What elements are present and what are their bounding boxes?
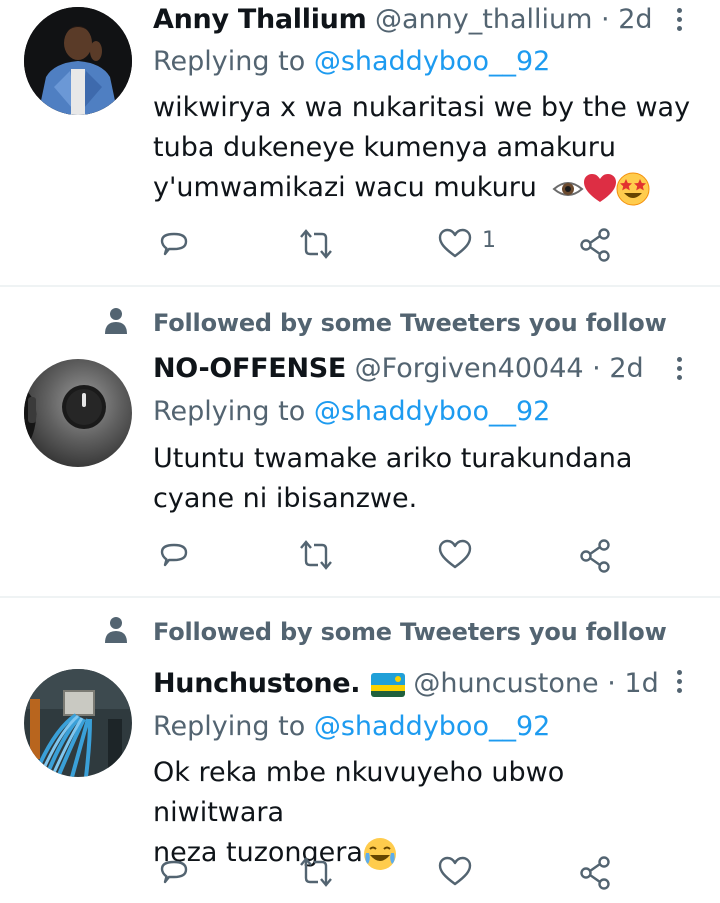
tweet-text: Utuntu twamake ariko turakundana cyane n… bbox=[153, 439, 703, 519]
reply-icon bbox=[160, 232, 188, 256]
share-button[interactable] bbox=[579, 535, 613, 575]
tweet-actions bbox=[0, 535, 720, 575]
separator: · bbox=[607, 668, 616, 699]
display-name[interactable]: Hunchustone. bbox=[153, 668, 361, 699]
like-button[interactable] bbox=[438, 535, 472, 575]
rwanda-flag-emoji bbox=[370, 672, 405, 697]
tweet-text-line: Ok reka mbe nkuvuyeho ubwo niwitwara bbox=[153, 757, 565, 828]
avatar[interactable] bbox=[24, 7, 132, 115]
like-button[interactable] bbox=[438, 852, 472, 892]
social-context-text: Followed by some Tweeters you follow bbox=[153, 618, 667, 646]
tweet-header: Anny Thallium @anny_thallium · 2d bbox=[153, 2, 660, 38]
reply-button[interactable] bbox=[158, 852, 192, 892]
replying-prefix: Replying to bbox=[153, 46, 306, 77]
user-handle[interactable]: @huncustone bbox=[413, 668, 598, 699]
tweet-header: NO-OFFENSE @Forgiven40044 · 2d bbox=[153, 351, 660, 387]
tweet-header: Hunchustone. @huncustone · 1d bbox=[153, 666, 660, 702]
timestamp[interactable]: 2d bbox=[618, 4, 652, 35]
more-options-icon[interactable] bbox=[672, 355, 686, 385]
display-name[interactable]: NO-OFFENSE bbox=[153, 353, 346, 384]
tweet-text-line: tuba dukeneye kumenya amakuru bbox=[153, 132, 616, 163]
share-button[interactable] bbox=[579, 224, 613, 264]
replying-prefix: Replying to bbox=[153, 396, 306, 427]
reply-icon bbox=[160, 860, 188, 884]
share-button[interactable] bbox=[579, 852, 613, 892]
tweet-anny-thallium[interactable]: Anny Thallium @anny_thallium · 2d Replyi… bbox=[0, 0, 720, 286]
reply-icon bbox=[160, 543, 188, 567]
social-context: Followed by some Tweeters you follow bbox=[0, 616, 720, 646]
replying-handle-link[interactable]: @shaddyboo__92 bbox=[314, 711, 551, 742]
avatar[interactable] bbox=[24, 669, 132, 777]
tweet-text: wikwirya x wa nukaritasi we by the way t… bbox=[153, 88, 703, 208]
reply-button[interactable] bbox=[158, 535, 192, 575]
replying-to: Replying to @shaddyboo__92 bbox=[153, 394, 550, 430]
retweet-icon bbox=[300, 540, 332, 570]
share-icon bbox=[580, 228, 610, 262]
like-icon bbox=[438, 539, 472, 569]
more-options-icon[interactable] bbox=[672, 6, 686, 36]
retweet-button[interactable] bbox=[298, 535, 334, 575]
share-icon bbox=[580, 539, 610, 573]
tweet-no-offense[interactable]: Followed by some Tweeters you follow NO-… bbox=[0, 287, 720, 597]
tweet-hunchustone[interactable]: Followed by some Tweeters you follow Hun… bbox=[0, 598, 720, 903]
tweet-actions: 1 bbox=[0, 224, 720, 264]
timestamp[interactable]: 1d bbox=[624, 668, 658, 699]
replying-handle-link[interactable]: @shaddyboo__92 bbox=[314, 46, 551, 77]
tweet-text-line: Utuntu twamake ariko turakundana bbox=[153, 443, 633, 474]
replying-to: Replying to @shaddyboo__92 bbox=[153, 709, 550, 745]
tweet-text-line: cyane ni ibisanzwe. bbox=[153, 483, 418, 514]
replying-to: Replying to @shaddyboo__92 bbox=[153, 44, 550, 80]
avatar[interactable] bbox=[24, 359, 132, 467]
like-icon bbox=[438, 228, 472, 258]
like-button[interactable]: 1 bbox=[438, 224, 508, 264]
separator: · bbox=[592, 353, 601, 384]
retweet-button[interactable] bbox=[298, 224, 334, 264]
separator: · bbox=[601, 4, 610, 35]
retweet-icon bbox=[300, 229, 332, 259]
timestamp[interactable]: 2d bbox=[609, 353, 643, 384]
person-icon bbox=[105, 308, 127, 334]
tweet-text-line: wikwirya x wa nukaritasi we by the way bbox=[153, 92, 691, 123]
retweet-icon bbox=[300, 857, 332, 887]
star-struck-emoji bbox=[616, 172, 650, 205]
user-handle[interactable]: @anny_thallium bbox=[375, 4, 592, 35]
reply-button[interactable] bbox=[158, 224, 192, 264]
retweet-button[interactable] bbox=[298, 852, 334, 892]
person-icon bbox=[105, 617, 127, 643]
more-options-icon[interactable] bbox=[672, 668, 686, 698]
user-handle[interactable]: @Forgiven40044 bbox=[355, 353, 584, 384]
tweet-text-fragment: y'umwamikazi wacu mukuru bbox=[153, 172, 537, 203]
red-heart-emoji bbox=[583, 173, 616, 202]
like-icon bbox=[438, 856, 472, 886]
social-context-text: Followed by some Tweeters you follow bbox=[153, 309, 667, 337]
tweet-text-line: y'umwamikazi wacu mukuru bbox=[153, 168, 703, 208]
like-count: 1 bbox=[482, 228, 496, 253]
display-name[interactable]: Anny Thallium bbox=[153, 4, 367, 35]
replying-handle-link[interactable]: @shaddyboo__92 bbox=[314, 396, 551, 427]
social-context: Followed by some Tweeters you follow bbox=[0, 307, 720, 337]
eye-emoji bbox=[551, 181, 584, 196]
replying-prefix: Replying to bbox=[153, 711, 306, 742]
share-icon bbox=[580, 856, 610, 890]
tweet-actions bbox=[0, 852, 720, 892]
